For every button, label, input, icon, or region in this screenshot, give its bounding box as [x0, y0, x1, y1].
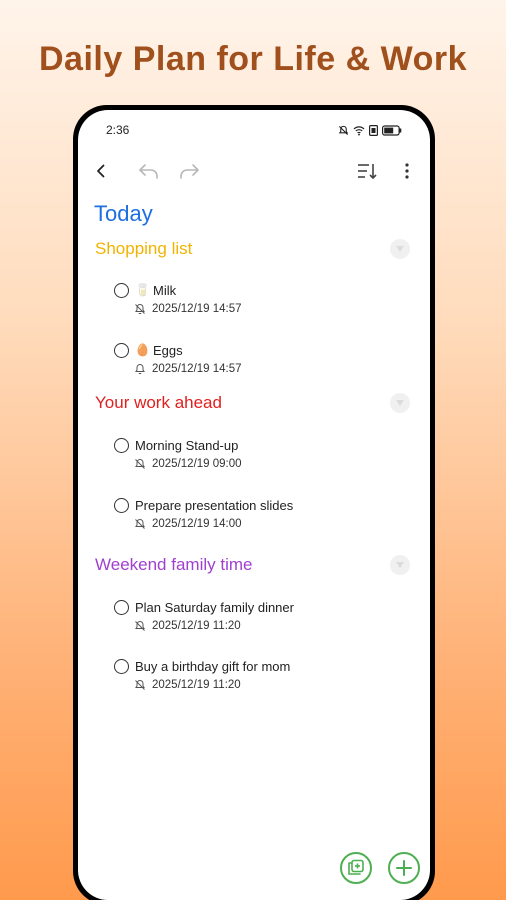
task-text: Prepare presentation slides [135, 497, 294, 513]
task-date: 2025/12/19 14:57 [152, 363, 242, 375]
headline: Daily Plan for Life & Work [38, 40, 467, 78]
task-item[interactable]: Morning Stand-up 2025/12/19 09:00 [114, 435, 410, 475]
task-checkbox[interactable] [114, 342, 129, 358]
collapse-button[interactable] [390, 393, 410, 413]
alarm-off-icon [135, 518, 145, 529]
sim-icon [369, 124, 378, 136]
task-text: Milk [153, 282, 177, 298]
egg-icon: 🥚 [135, 343, 150, 357]
task-checkbox[interactable] [114, 497, 129, 513]
task-checkbox[interactable] [114, 599, 129, 615]
task-item[interactable]: Buy a birthday gift for mom 2025/12/19 1… [114, 656, 410, 696]
section-title: Shopping list [95, 239, 193, 258]
back-button[interactable] [88, 158, 114, 184]
task-text: Buy a birthday gift for mom [135, 658, 291, 674]
toolbar [88, 158, 420, 184]
chevron-down-icon [396, 400, 404, 406]
mute-icon [338, 125, 349, 135]
sort-button[interactable] [354, 158, 380, 184]
task-date: 2025/12/19 14:57 [152, 303, 242, 315]
section-shopping-list[interactable]: Shopping list [95, 237, 410, 261]
task-date: 2025/12/19 09:00 [152, 458, 242, 470]
task-checkbox[interactable] [114, 437, 129, 453]
add-group-icon [348, 859, 364, 875]
section-title: Your work ahead [95, 393, 222, 412]
app-screen: 2:36 Today Shopping list 🥛 Milk 2025/12/… [78, 110, 430, 900]
add-group-button[interactable] [340, 852, 372, 884]
task-date: 2025/12/19 14:00 [152, 518, 242, 530]
task-item[interactable]: 🥛 Milk 2025/12/19 14:57 [114, 280, 410, 320]
alarm-off-icon [135, 620, 145, 631]
task-date: 2025/12/19 11:20 [152, 620, 241, 632]
more-options-button[interactable] [394, 158, 420, 184]
task-text: Eggs [153, 342, 183, 358]
section-your-work-ahead[interactable]: Your work ahead [95, 391, 410, 415]
status-time: 2:36 [106, 123, 130, 137]
chevron-down-icon [396, 562, 404, 568]
sort-icon [358, 164, 377, 180]
task-text: Morning Stand-up [135, 437, 239, 453]
alarm-off-icon [135, 679, 145, 690]
status-icons [338, 124, 402, 136]
task-item[interactable]: 🥚 Eggs 2025/12/19 14:57 [114, 340, 410, 380]
add-task-button[interactable] [388, 852, 420, 884]
plus-icon [396, 860, 412, 876]
section-title: Weekend family time [95, 555, 253, 574]
collapse-button[interactable] [390, 239, 410, 259]
task-checkbox[interactable] [114, 282, 129, 298]
chevron-down-icon [396, 246, 404, 252]
undo-icon [139, 164, 158, 179]
battery-icon [382, 124, 402, 136]
milk-icon: 🥛 [135, 283, 150, 297]
task-text: Plan Saturday family dinner [135, 599, 294, 615]
page-title: Today [94, 201, 153, 226]
alarm-off-icon [135, 458, 145, 469]
section-weekend-family-time[interactable]: Weekend family time [95, 553, 410, 577]
alarm-off-icon [135, 303, 145, 314]
redo-button[interactable] [176, 158, 202, 184]
phone-frame: 2:36 Today Shopping list 🥛 Milk 2025/12/… [73, 105, 435, 900]
collapse-button[interactable] [390, 555, 410, 575]
task-checkbox[interactable] [114, 658, 129, 674]
redo-icon [180, 164, 199, 179]
undo-button[interactable] [136, 158, 162, 184]
status-bar: 2:36 [106, 122, 402, 138]
wifi-icon [353, 125, 365, 135]
alarm-icon [135, 363, 145, 374]
task-item[interactable]: Prepare presentation slides 2025/12/19 1… [114, 495, 410, 535]
back-arrow-icon [97, 164, 105, 178]
task-date: 2025/12/19 11:20 [152, 679, 241, 691]
more-vertical-icon [405, 163, 409, 179]
task-item[interactable]: Plan Saturday family dinner 2025/12/19 1… [114, 597, 410, 637]
